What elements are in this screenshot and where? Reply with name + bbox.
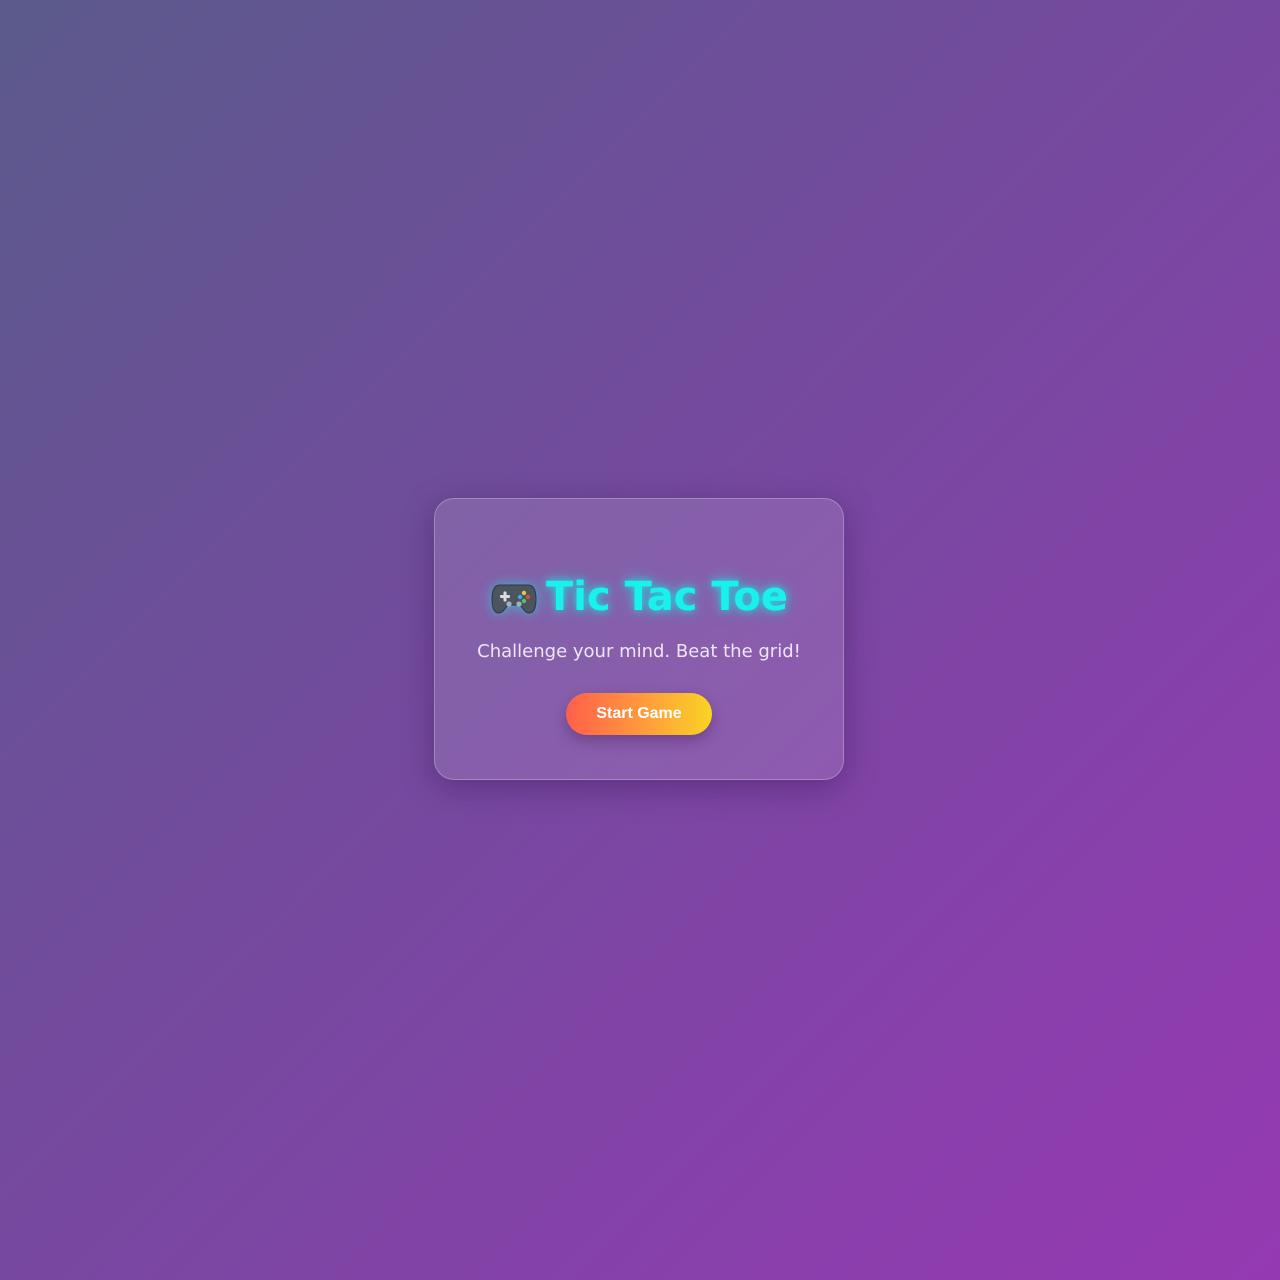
title-text: Tic Tac Toe <box>546 574 788 620</box>
game-controller-icon <box>490 577 538 617</box>
start-game-button[interactable]: Start Game <box>566 692 712 735</box>
game-title: Tic Tac Toe <box>490 571 788 623</box>
tagline: Challenge your mind. Beat the grid! <box>477 641 801 662</box>
start-card: Tic Tac Toe Challenge your mind. Beat th… <box>434 498 844 780</box>
